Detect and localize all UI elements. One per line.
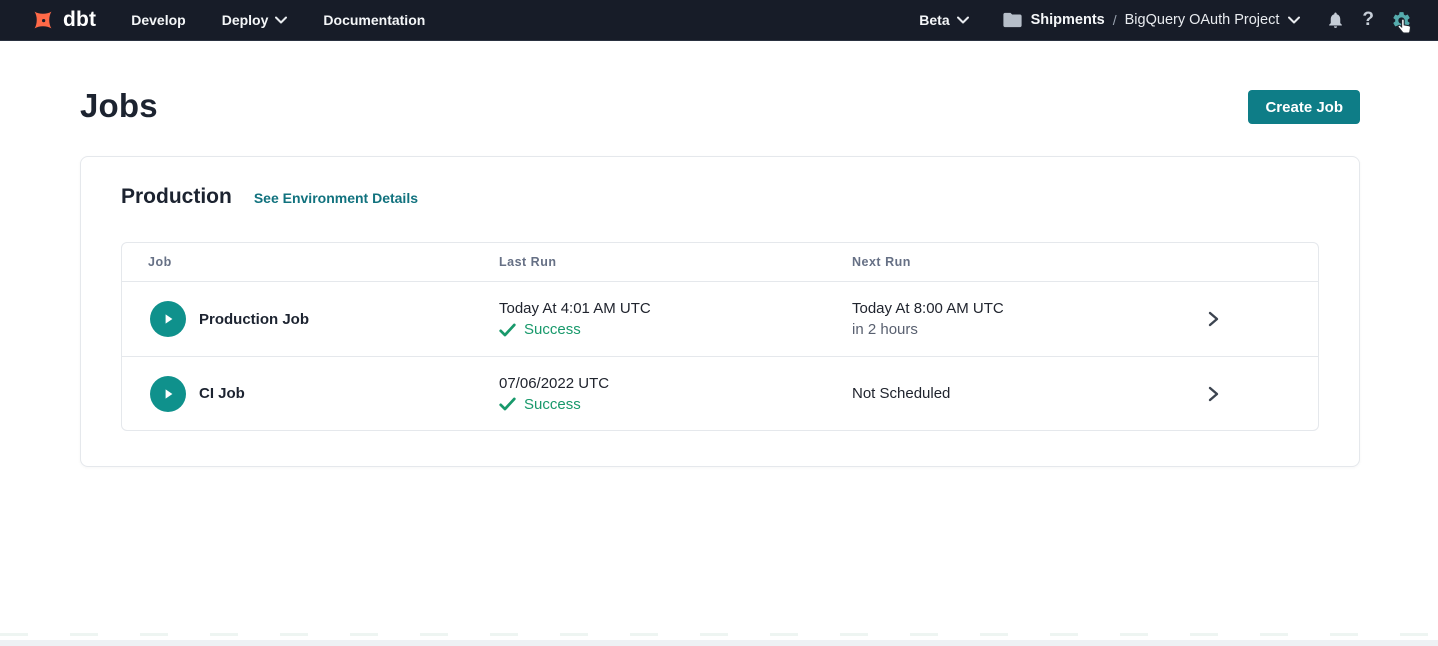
top-navbar: dbt Develop Deploy Documentation Beta (0, 0, 1438, 41)
footer-strip (0, 640, 1438, 646)
next-run-time: Not Scheduled (852, 385, 1182, 402)
chevron-down-icon (957, 16, 969, 24)
breadcrumb-separator: / (1113, 12, 1117, 28)
page-title: Jobs (80, 87, 1438, 125)
chevron-right-icon[interactable] (1206, 385, 1220, 403)
run-job-play-button[interactable] (150, 301, 186, 337)
job-row-ci-job[interactable]: CI Job 07/06/2022 UTC Success Not Schedu… (122, 356, 1318, 430)
see-environment-details-link[interactable]: See Environment Details (254, 190, 418, 206)
dbt-logo[interactable]: dbt (30, 7, 96, 33)
status-badge: Success (499, 321, 852, 338)
job-name: Production Job (199, 311, 309, 328)
nav-item-develop[interactable]: Develop (131, 12, 185, 28)
create-job-button[interactable]: Create Job (1248, 90, 1360, 124)
last-run-time: 07/06/2022 UTC (499, 375, 852, 392)
column-header-actions (1182, 243, 1318, 281)
nav-item-documentation[interactable]: Documentation (323, 12, 425, 28)
jobs-table-header: Job Last Run Next Run (122, 243, 1318, 282)
notifications-bell-icon[interactable] (1326, 10, 1345, 30)
next-run-note: in 2 hours (852, 321, 1182, 338)
footer-divider (0, 633, 1438, 636)
column-header-last-run: Last Run (499, 243, 852, 281)
success-check-icon (499, 397, 516, 411)
column-header-job: Job (122, 243, 499, 281)
chevron-down-icon (275, 16, 287, 24)
column-header-next-run: Next Run (852, 243, 1182, 281)
environment-title: Production (121, 185, 232, 209)
main-nav: Develop Deploy Documentation (131, 12, 461, 28)
settings-gear-icon[interactable] (1391, 10, 1412, 31)
project-name: BigQuery OAuth Project (1125, 12, 1280, 28)
run-job-play-button[interactable] (150, 376, 186, 412)
chevron-right-icon[interactable] (1206, 310, 1220, 328)
chevron-down-icon (1288, 16, 1300, 24)
success-check-icon (499, 323, 516, 337)
account-name: Shipments (1031, 12, 1105, 28)
status-badge: Success (499, 396, 852, 413)
logo-text: dbt (63, 8, 96, 32)
help-icon[interactable]: ? (1362, 9, 1374, 31)
dbt-logo-icon (30, 7, 56, 33)
last-run-time: Today At 4:01 AM UTC (499, 300, 852, 317)
jobs-table: Job Last Run Next Run Production Job Tod… (121, 242, 1319, 431)
nav-item-deploy[interactable]: Deploy (222, 12, 288, 28)
project-selector[interactable]: Shipments / BigQuery OAuth Project (1003, 12, 1301, 28)
folder-icon (1003, 12, 1022, 28)
job-row-production-job[interactable]: Production Job Today At 4:01 AM UTC Succ… (122, 282, 1318, 356)
job-name: CI Job (199, 385, 245, 402)
beta-dropdown[interactable]: Beta (919, 12, 968, 28)
next-run-time: Today At 8:00 AM UTC (852, 300, 1182, 317)
environment-card: Production See Environment Details Job L… (80, 156, 1360, 467)
